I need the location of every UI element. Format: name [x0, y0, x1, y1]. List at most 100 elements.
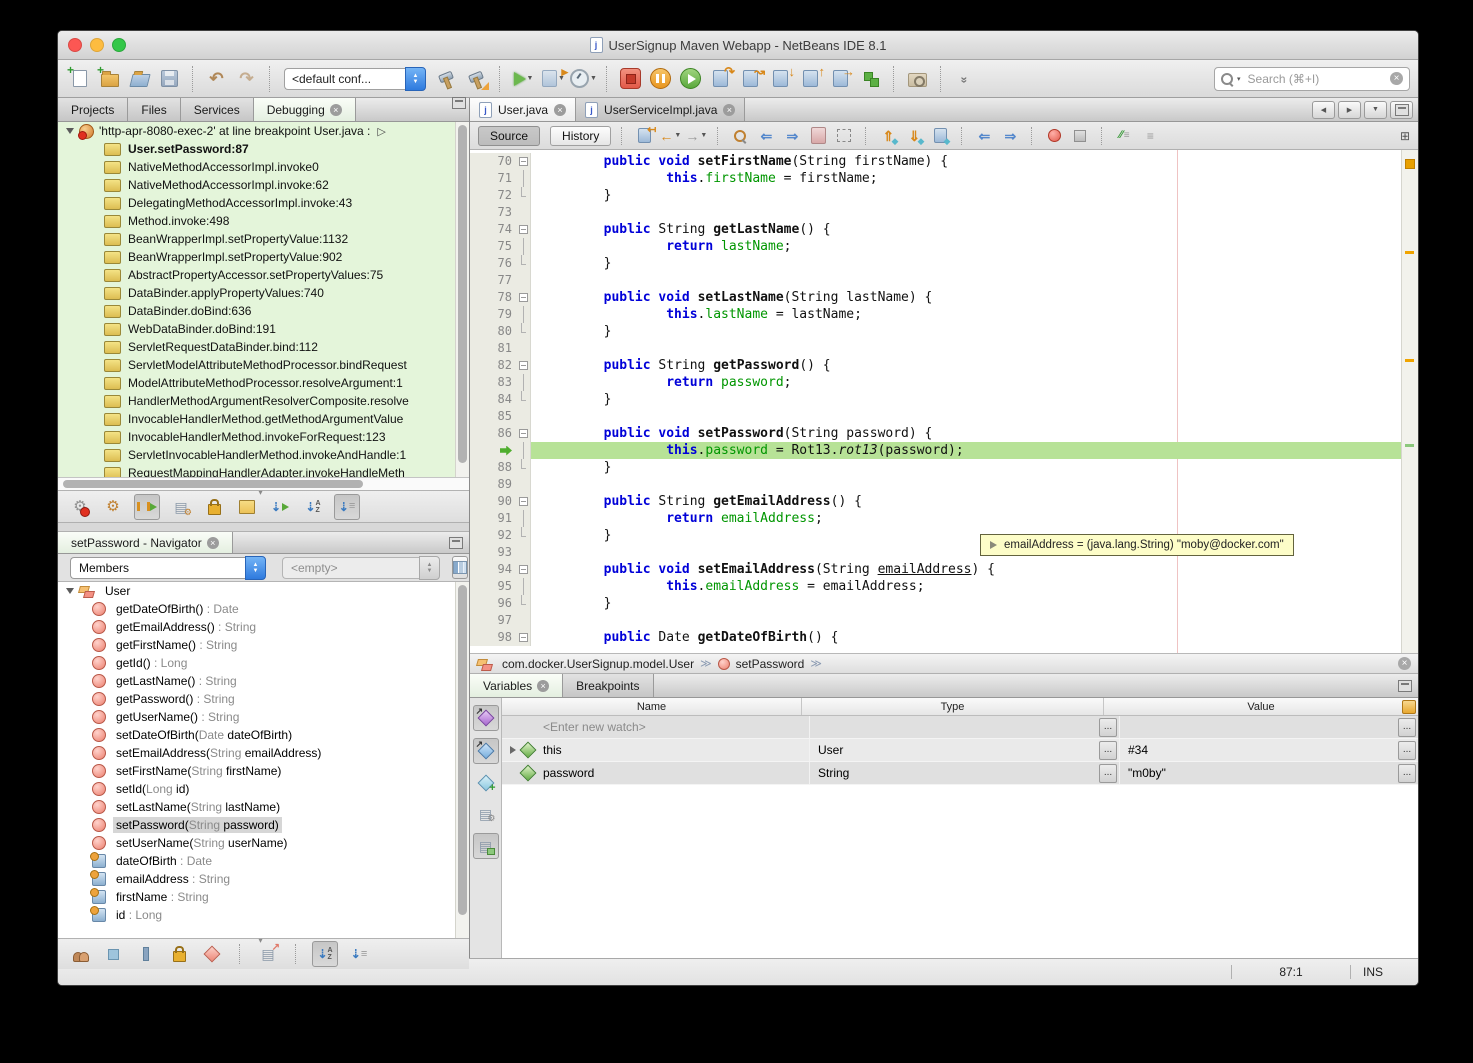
maximize-icon[interactable]: [449, 537, 463, 549]
configuration-dropdown[interactable]: <default conf...: [284, 67, 426, 91]
clean-build-icon[interactable]: [463, 65, 490, 92]
navigator-member-row[interactable]: firstName : String: [58, 888, 469, 906]
line-number-gutter[interactable]: 83: [470, 374, 517, 391]
line-number-gutter[interactable]: 72: [470, 187, 517, 204]
left-panel-tab[interactable]: Projects: [58, 98, 128, 121]
find-selection-icon[interactable]: [729, 125, 751, 147]
horizontal-scrollbar[interactable]: [58, 477, 469, 490]
code-line[interactable]: 81: [470, 340, 1402, 357]
shift-left-icon[interactable]: ⇐: [973, 125, 995, 147]
save-all-icon[interactable]: [156, 65, 183, 92]
error-stripe-current-line-mark[interactable]: [1405, 444, 1414, 447]
previous-occurrence-icon[interactable]: ⇐: [755, 125, 777, 147]
line-number-gutter[interactable]: 96: [470, 595, 517, 612]
value-ellipsis-button[interactable]: ...: [1398, 718, 1416, 737]
stack-frame-row[interactable]: InvocableHandlerMethod.invokeForRequest:…: [58, 428, 469, 446]
editor-tab[interactable]: UserServiceImpl.java: [576, 98, 745, 121]
step-out-icon[interactable]: ↑: [797, 65, 824, 92]
fold-gutter[interactable]: [517, 391, 531, 408]
take-snapshot-icon[interactable]: [904, 65, 931, 92]
left-panel-tab[interactable]: Files: [128, 98, 180, 121]
type-ellipsis-button[interactable]: ...: [1099, 741, 1117, 760]
new-project-icon[interactable]: +: [96, 65, 123, 92]
navigator-member-row[interactable]: setFirstName(String firstName): [58, 762, 469, 780]
expand-arrow-icon[interactable]: [510, 746, 516, 754]
fold-gutter[interactable]: [517, 527, 531, 544]
code-line[interactable]: 89: [470, 476, 1402, 493]
fold-gutter[interactable]: [517, 272, 531, 289]
maximize-icon[interactable]: [452, 97, 466, 109]
error-stripe[interactable]: [1401, 150, 1418, 653]
splitter-grip-icon[interactable]: [259, 490, 263, 496]
collapse-arrow-icon[interactable]: [66, 128, 74, 134]
code-line[interactable]: 79 this.lastName = lastName;: [470, 306, 1402, 323]
left-panel-tab[interactable]: Services: [181, 98, 254, 121]
tab-list-icon[interactable]: ▼: [1364, 101, 1387, 119]
close-icon[interactable]: [537, 680, 549, 692]
fields-filter-icon[interactable]: [101, 942, 125, 966]
code-line[interactable]: 94 public void setEmailAddress(String em…: [470, 561, 1402, 578]
navigator-member-row[interactable]: getFirstName() : String: [58, 636, 469, 654]
last-edit-icon[interactable]: ↤: [633, 125, 655, 147]
navigator-member-row[interactable]: setId(Long id): [58, 780, 469, 798]
uncomment-icon[interactable]: ≡: [1139, 125, 1161, 147]
stack-frame-row[interactable]: WebDataBinder.doBind:191: [58, 320, 469, 338]
stack-frame-row[interactable]: NativeMethodAccessorImpl.invoke:62: [58, 176, 469, 194]
comment-icon[interactable]: ∕∕≡: [1113, 125, 1135, 147]
code-line[interactable]: 72 }: [470, 187, 1402, 204]
code-line[interactable]: 76 }: [470, 255, 1402, 272]
line-number-gutter[interactable]: 93: [470, 544, 517, 561]
non-public-members-icon[interactable]: [200, 942, 224, 966]
scrollbar-thumb[interactable]: [458, 585, 467, 915]
debug-project-icon[interactable]: ▸▼: [540, 65, 567, 92]
code-line[interactable]: 84 }: [470, 391, 1402, 408]
navigator-root-row[interactable]: User: [58, 582, 469, 600]
navigator-member-row[interactable]: getId() : Long: [58, 654, 469, 672]
close-icon[interactable]: [723, 104, 735, 116]
open-source-icon[interactable]: ▤↗: [256, 942, 280, 966]
bottom-panel-tab[interactable]: Variables: [470, 674, 563, 697]
fold-gutter[interactable]: [517, 442, 531, 459]
stack-frame-row[interactable]: AbstractPropertyAccessor.setPropertyValu…: [58, 266, 469, 284]
code-line[interactable]: 78 public void setLastName(String lastNa…: [470, 289, 1402, 306]
navigator-member-row[interactable]: id : Long: [58, 906, 469, 924]
breadcrumb-class[interactable]: com.docker.UserSignup.model.User: [502, 657, 694, 671]
monitors-icon[interactable]: [202, 495, 226, 519]
step-over-expression-icon[interactable]: ↝: [737, 65, 764, 92]
profile-project-icon[interactable]: ▼: [570, 65, 597, 92]
expand-arrow-icon[interactable]: [990, 541, 997, 549]
column-header-name[interactable]: Name: [502, 698, 802, 715]
fold-gutter[interactable]: [517, 374, 531, 391]
left-panel-tab[interactable]: Debugging: [254, 98, 356, 121]
value-ellipsis-button[interactable]: ...: [1398, 764, 1416, 783]
code-line[interactable]: 95 this.emailAddress = emailAddress;: [470, 578, 1402, 595]
members-filter-dropdown[interactable]: Members: [70, 556, 266, 580]
fold-gutter[interactable]: [517, 493, 531, 510]
code-line[interactable]: 73: [470, 204, 1402, 221]
navigator-member-row[interactable]: setEmailAddress(String emailAddress): [58, 744, 469, 762]
breadcrumb-member[interactable]: setPassword: [736, 657, 805, 671]
filter-columns-icon[interactable]: [1402, 700, 1416, 714]
code-editor[interactable]: 70 public void setFirstName(String first…: [470, 150, 1418, 653]
code-line[interactable]: 75 return lastName;: [470, 238, 1402, 255]
navigator-member-row[interactable]: emailAddress : String: [58, 870, 469, 888]
variable-row[interactable]: password String ... "m0by" ...: [502, 762, 1418, 785]
history-view-button[interactable]: History: [550, 126, 611, 146]
toolbar-overflow-icon[interactable]: »: [951, 65, 978, 92]
vertical-scrollbar[interactable]: [455, 582, 469, 938]
undo-icon[interactable]: ↶: [203, 65, 230, 92]
stack-frame-row[interactable]: User.setPassword:87: [58, 140, 469, 158]
new-file-icon[interactable]: +: [66, 65, 93, 92]
stop-macro-icon[interactable]: [1069, 125, 1091, 147]
code-line[interactable]: 83 return password;: [470, 374, 1402, 391]
line-number-gutter[interactable]: [470, 442, 517, 459]
line-number-gutter[interactable]: 95: [470, 578, 517, 595]
code-line[interactable]: this.password = Rot13.rot13(password);: [470, 442, 1402, 459]
code-line[interactable]: 98 public Date getDateOfBirth() {: [470, 629, 1402, 646]
line-number-gutter[interactable]: 94: [470, 561, 517, 578]
dropdown-stepper-icon[interactable]: [245, 556, 266, 580]
line-number-gutter[interactable]: 80: [470, 323, 517, 340]
line-number-gutter[interactable]: 89: [470, 476, 517, 493]
inherited-members-icon[interactable]: [68, 942, 92, 966]
panel-splitter[interactable]: [58, 522, 469, 532]
